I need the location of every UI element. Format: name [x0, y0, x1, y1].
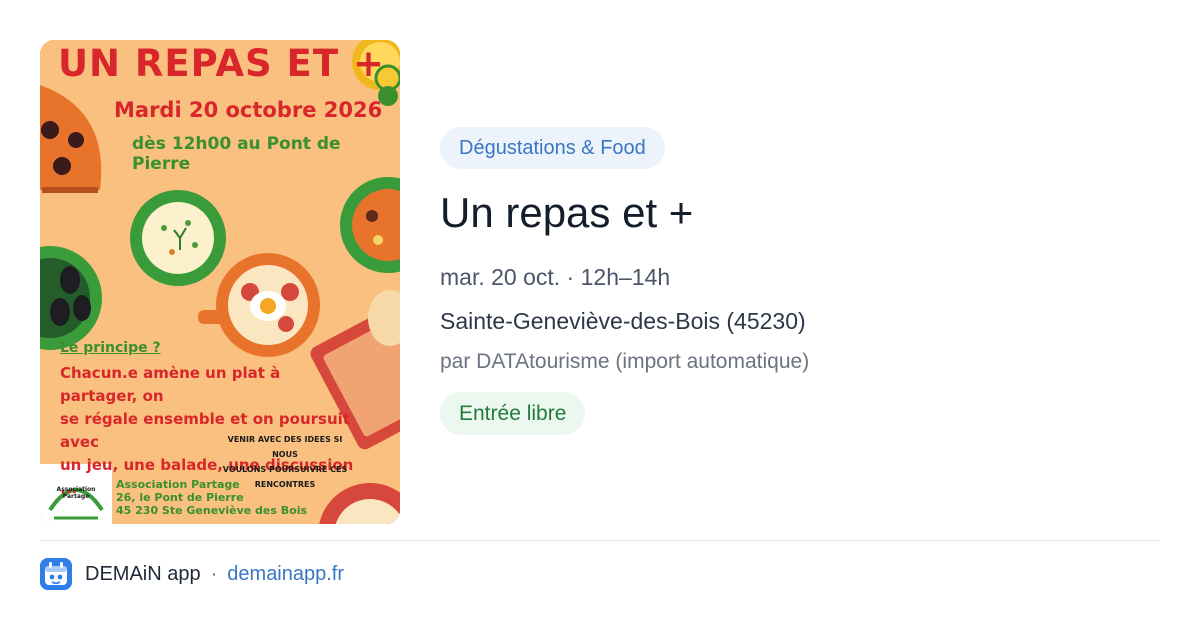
event-datetime: mar. 20 oct. · 12h–14h: [440, 264, 671, 290]
category-tag[interactable]: Dégustations & Food: [440, 127, 665, 169]
poster-principle-title: Le principe ?: [60, 340, 161, 356]
poster-logo-line: Partage: [62, 493, 90, 500]
app-logo-icon: [40, 558, 72, 590]
poster-date: Mardi 20 octobre 2026: [114, 98, 383, 122]
poster-address-line: 45 230 Ste Geneviève des Bois: [116, 504, 308, 517]
footer-separator: ·: [210, 562, 218, 585]
footer-divider: [40, 540, 1160, 541]
event-source: par DATAtourisme (import automatique): [440, 350, 810, 373]
poster-address: Association Partage 26, le Pont de Pierr…: [116, 478, 307, 517]
poster-address-line: Association Partage: [116, 478, 240, 491]
poster-ideas-line: VENIR AVEC DES IDEES SI NOUS: [227, 435, 343, 459]
poster-time-place: dès 12h00 au Pont de Pierre: [132, 134, 341, 174]
price-badge: Entrée libre: [440, 392, 586, 435]
event-poster-image[interactable]: UN REPAS ET + Mardi 20 octobre 2026 dès …: [40, 40, 400, 524]
event-info: Dégustations & Food Un repas et + mar. 2…: [440, 127, 1160, 435]
event-title[interactable]: Un repas et +: [440, 189, 1160, 237]
poster-headline: UN REPAS ET +: [58, 42, 385, 85]
poster-address-line: 26, le Pont de Pierre: [116, 491, 244, 504]
footer: DEMAiN app · demainapp.fr: [40, 558, 344, 590]
app-url-link[interactable]: demainapp.fr: [227, 563, 344, 586]
poster-principle-line: Chacun.e amène un plat à partager, on: [60, 364, 281, 405]
poster-logo-line: Association: [56, 486, 96, 493]
event-location: Sainte-Geneviève-des-Bois (45230): [440, 308, 806, 334]
poster-ideas-line: VOULONS POURSUIVRE CES: [222, 465, 348, 474]
app-name: DEMAiN app: [85, 562, 201, 585]
poster-logo-text: Association Partage: [50, 486, 102, 500]
